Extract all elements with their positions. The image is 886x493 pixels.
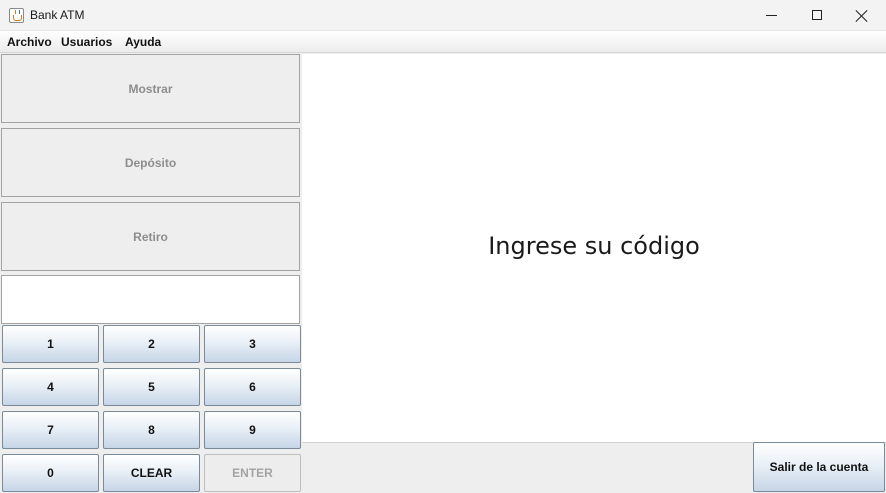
key-1[interactable]: 1	[2, 325, 99, 363]
atm-display: Ingrese su código	[302, 54, 886, 442]
key-6[interactable]: 6	[204, 368, 301, 406]
key-3[interactable]: 3	[204, 325, 301, 363]
minimize-button[interactable]	[748, 0, 794, 31]
title-bar: Bank ATM	[0, 0, 886, 31]
code-input[interactable]	[1, 275, 300, 324]
menu-archivo[interactable]: Archivo	[7, 35, 52, 49]
key-0[interactable]: 0	[2, 454, 99, 492]
menu-bar: Archivo Usuarios Ayuda	[0, 31, 886, 53]
withdraw-button[interactable]: Retiro	[1, 202, 300, 271]
key-2[interactable]: 2	[103, 325, 200, 363]
maximize-icon	[812, 10, 822, 20]
close-button[interactable]	[840, 0, 886, 31]
logout-button[interactable]: Salir de la cuenta	[753, 442, 885, 492]
minimize-icon	[766, 15, 777, 16]
maximize-button[interactable]	[794, 0, 840, 31]
prompt-message: Ingrese su código	[488, 232, 700, 260]
key-7[interactable]: 7	[2, 411, 99, 449]
key-4[interactable]: 4	[2, 368, 99, 406]
show-balance-button[interactable]: Mostrar	[1, 54, 300, 123]
menu-ayuda[interactable]: Ayuda	[125, 35, 161, 49]
window-title: Bank ATM	[30, 8, 85, 22]
java-app-icon	[9, 8, 24, 23]
deposit-button[interactable]: Depósito	[1, 128, 300, 197]
enter-button[interactable]: ENTER	[204, 454, 301, 492]
close-icon	[855, 9, 869, 23]
clear-button[interactable]: CLEAR	[103, 454, 200, 492]
key-9[interactable]: 9	[204, 411, 301, 449]
menu-usuarios[interactable]: Usuarios	[61, 35, 112, 49]
key-5[interactable]: 5	[103, 368, 200, 406]
key-8[interactable]: 8	[103, 411, 200, 449]
